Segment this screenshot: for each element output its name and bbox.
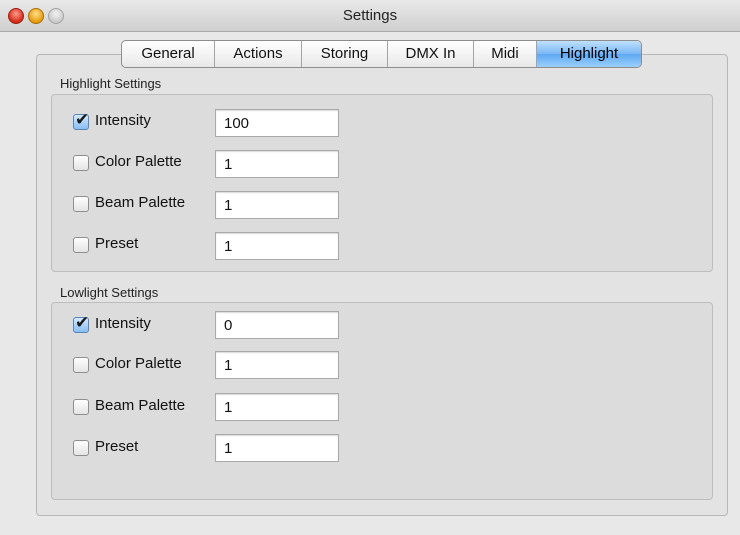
tab-general[interactable]: General xyxy=(122,41,215,67)
lowlight-color-palette-checkbox[interactable] xyxy=(73,357,89,373)
lowlight-beam-palette-field[interactable] xyxy=(215,393,339,421)
lowlight-beam-palette-label: Beam Palette xyxy=(95,397,186,414)
lowlight-preset-checkbox[interactable] xyxy=(73,440,89,456)
settings-window: Settings General Actions Storing DMX In … xyxy=(0,0,740,535)
lowlight-beam-palette-checkbox[interactable] xyxy=(73,399,89,415)
highlight-intensity-checkbox[interactable]: ✔ xyxy=(73,110,89,130)
highlight-color-palette-field[interactable] xyxy=(215,150,339,178)
lowlight-preset-field[interactable] xyxy=(215,434,339,462)
highlight-preset-checkbox[interactable] xyxy=(73,237,89,253)
highlight-beam-palette-field[interactable] xyxy=(215,191,339,219)
lowlight-preset-label: Preset xyxy=(95,438,139,455)
lowlight-color-palette-label: Color Palette xyxy=(95,355,182,372)
highlight-intensity-label: Intensity xyxy=(95,112,151,129)
tab-highlight[interactable]: Highlight xyxy=(537,41,641,67)
highlight-intensity-field[interactable] xyxy=(215,109,339,137)
tab-dmx-in[interactable]: DMX In xyxy=(388,41,474,67)
highlight-color-palette-label: Color Palette xyxy=(95,153,182,170)
highlight-beam-palette-label: Beam Palette xyxy=(95,194,186,211)
highlight-beam-palette-checkbox[interactable] xyxy=(73,196,89,212)
window-title: Settings xyxy=(342,7,398,24)
tab-midi[interactable]: Midi xyxy=(474,41,537,67)
lowlight-settings-label: Lowlight Settings xyxy=(60,285,159,300)
highlight-settings-label: Highlight Settings xyxy=(60,76,162,91)
checkmark-icon: ✔ xyxy=(75,313,90,333)
highlight-color-palette-checkbox[interactable] xyxy=(73,155,89,171)
lowlight-intensity-label: Intensity xyxy=(95,315,151,332)
checkmark-icon: ✔ xyxy=(75,110,90,130)
highlight-preset-field[interactable] xyxy=(215,232,339,260)
lowlight-color-palette-field[interactable] xyxy=(215,351,339,379)
title-bar[interactable]: Settings xyxy=(0,0,740,32)
tab-actions[interactable]: Actions xyxy=(215,41,302,67)
lowlight-intensity-field[interactable] xyxy=(215,311,339,339)
lowlight-intensity-checkbox[interactable]: ✔ xyxy=(73,313,89,333)
highlight-preset-label: Preset xyxy=(95,235,139,252)
tab-storing[interactable]: Storing xyxy=(302,41,388,67)
tab-bar: General Actions Storing DMX In Midi High… xyxy=(121,40,642,68)
